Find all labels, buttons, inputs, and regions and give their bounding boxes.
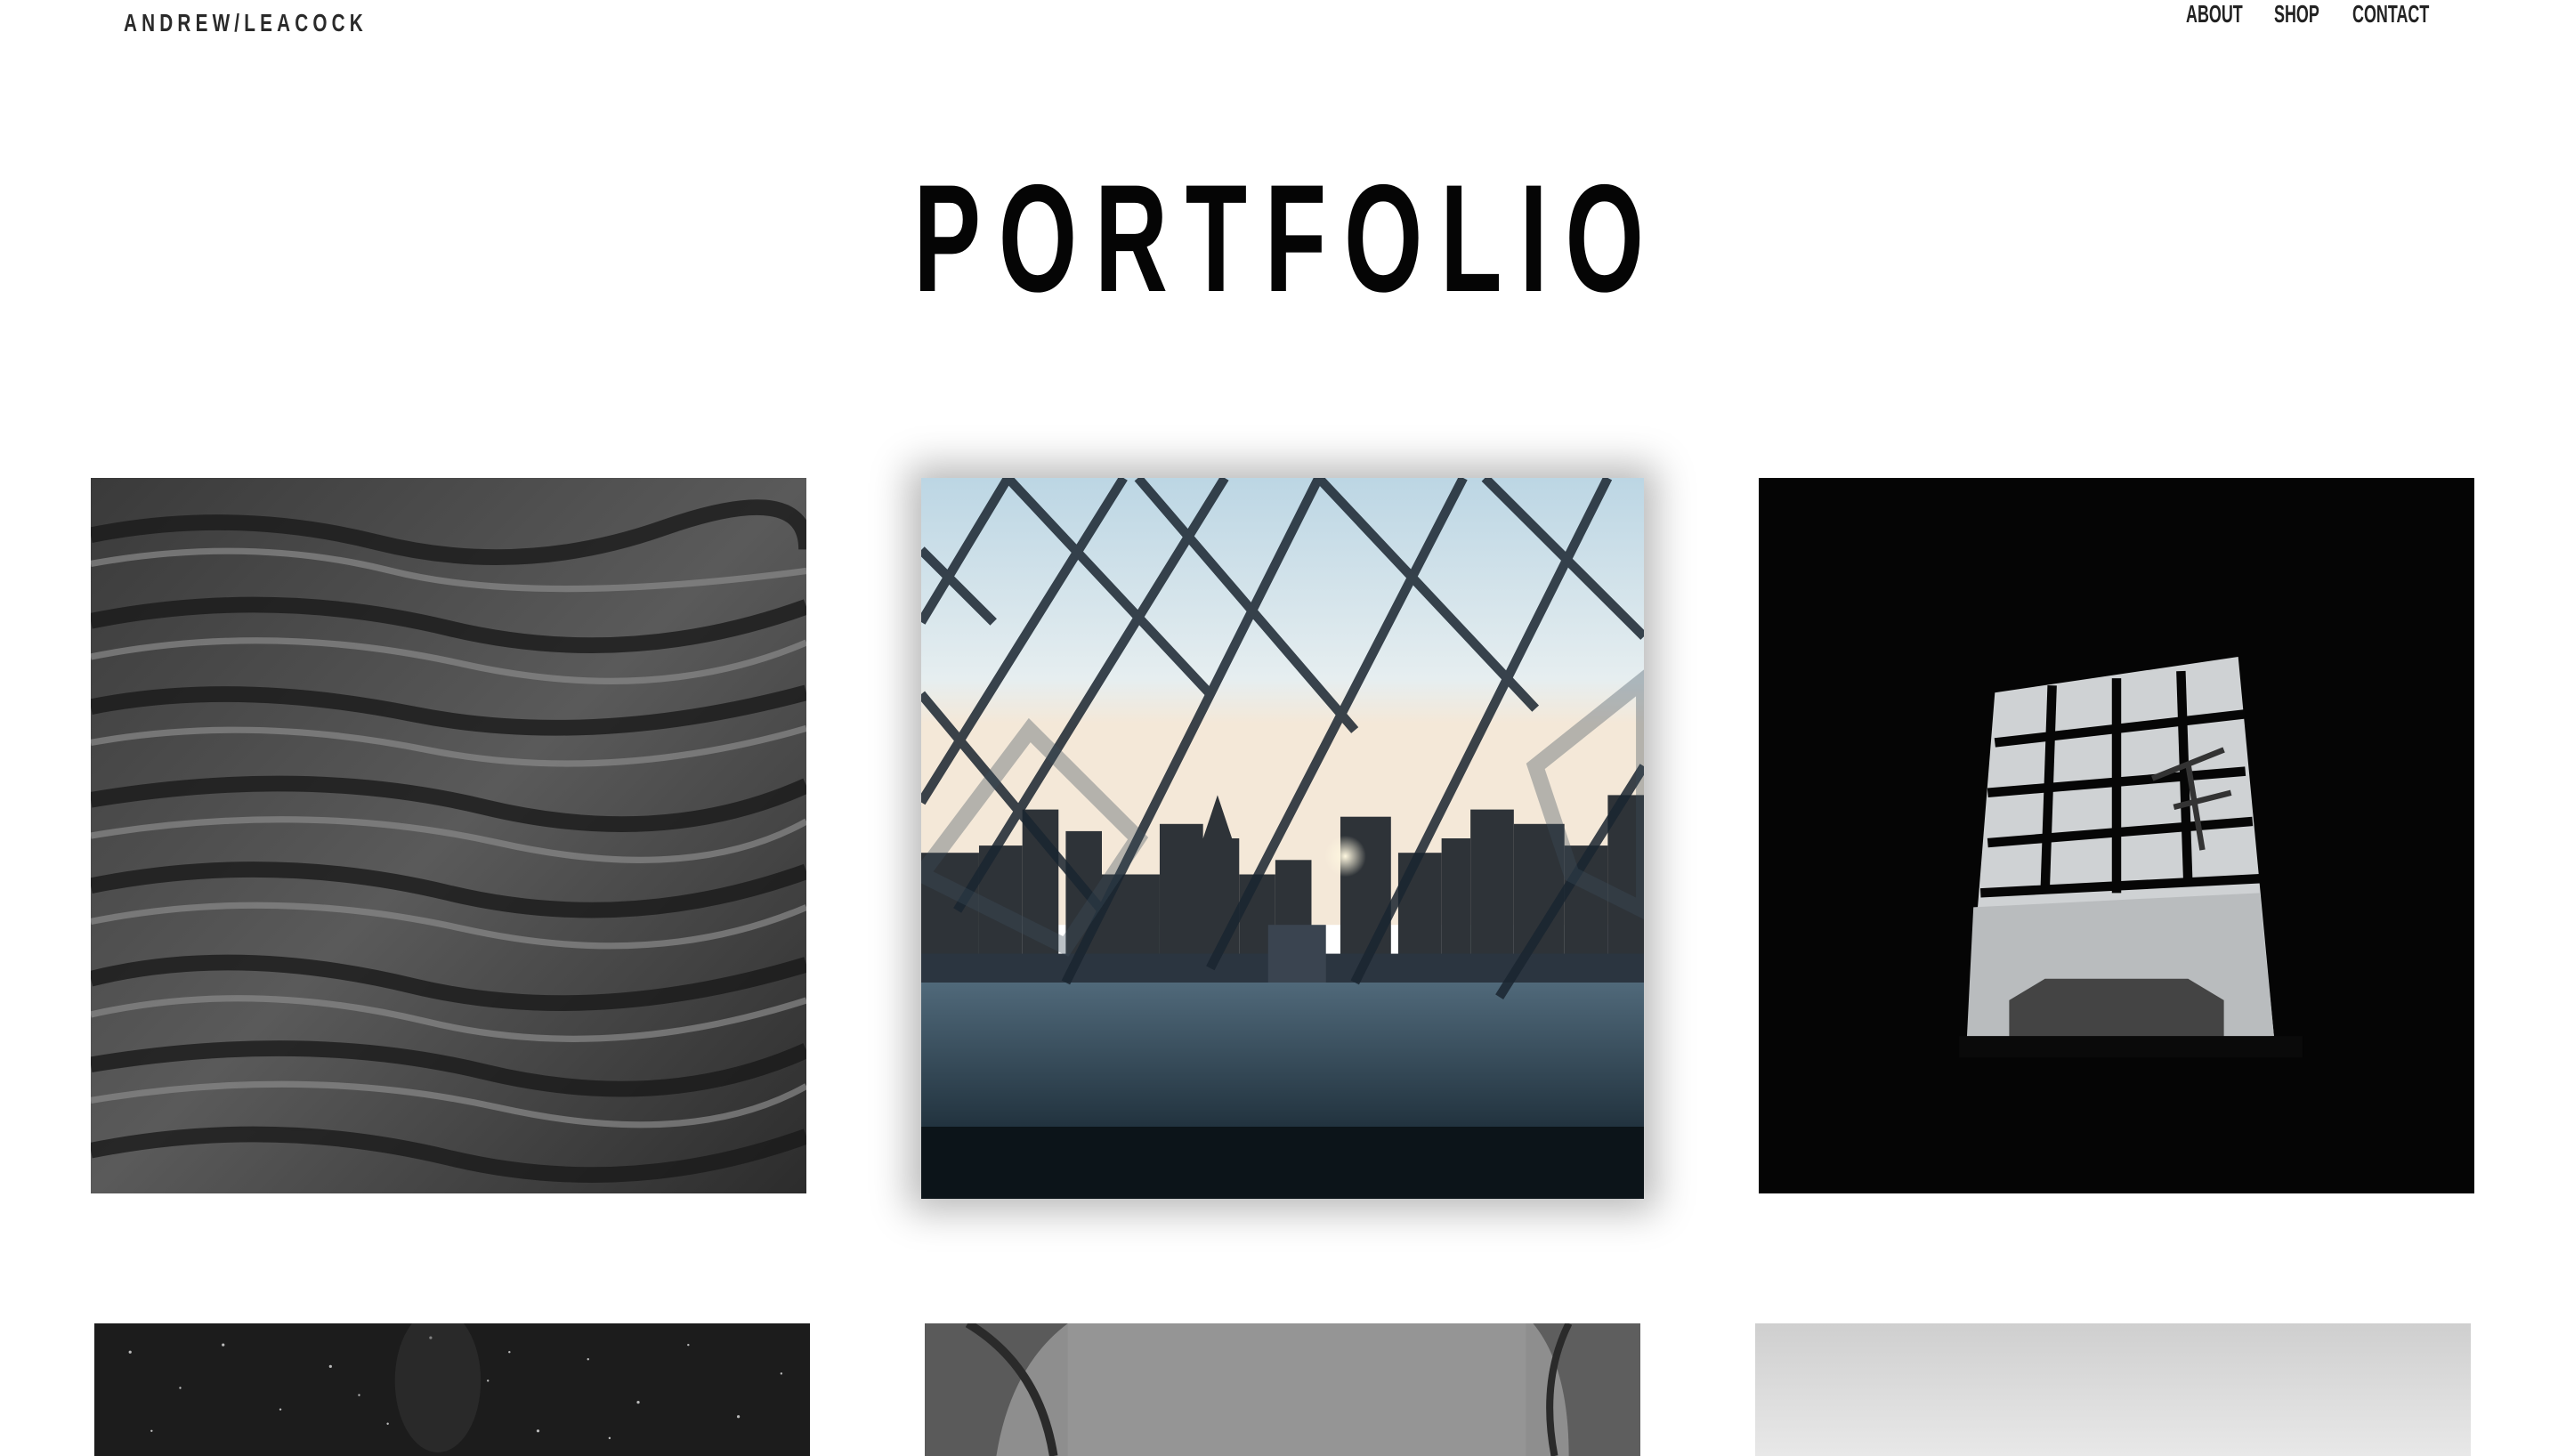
gallery-item-foggy-horizon[interactable] [1755, 1323, 2471, 1456]
nav-shop-link[interactable]: SHOP [2274, 0, 2319, 28]
gallery-item-starry-sky[interactable] [94, 1323, 810, 1456]
rock-texture-image [91, 478, 806, 1193]
gallery-item-tent[interactable] [925, 1323, 1640, 1456]
city-skyline-image [921, 478, 1644, 1199]
window-silhouette-image [1759, 478, 2474, 1193]
page-title-text: PORTFOLIO [913, 153, 1663, 324]
nav-contact-link[interactable]: CONTACT [2352, 0, 2429, 28]
site-logo[interactable]: ANDREW/LEACOCK [124, 9, 368, 37]
gallery-item-city-skyline[interactable] [921, 478, 1644, 1199]
nav-about-link[interactable]: ABOUT [2186, 0, 2243, 28]
starry-sky-image [94, 1323, 810, 1456]
gallery-item-window-silhouette[interactable] [1759, 478, 2474, 1193]
tent-image [925, 1323, 1640, 1456]
gallery-item-rock-texture[interactable] [91, 478, 806, 1193]
foggy-horizon-image [1755, 1323, 2471, 1456]
page-title: PORTFOLIO [0, 162, 2558, 315]
